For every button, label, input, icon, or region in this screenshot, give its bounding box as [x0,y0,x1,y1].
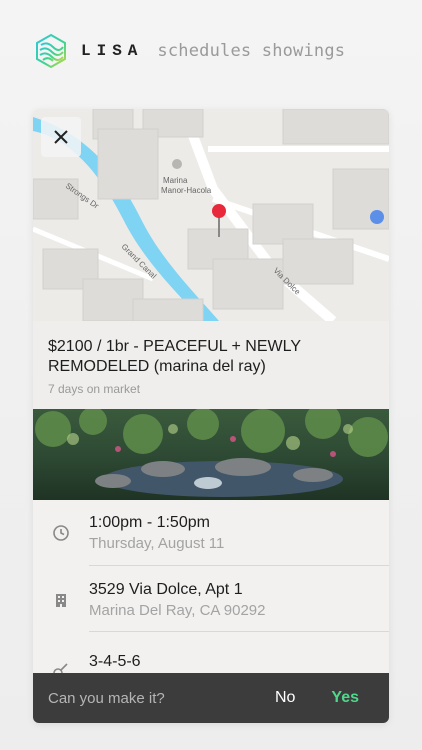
brand-tagline: schedules showings [157,41,346,61]
days-on-market: 7 days on market [48,382,141,396]
confirm-bar: Can you make it? No Yes [33,673,389,723]
showing-date: Thursday, August 11 [89,535,225,552]
building-icon [56,594,66,607]
divider [89,565,389,566]
close-icon [54,130,68,144]
showing-card: Marina Manor-Hacola Strongs Dr Grand Can… [33,109,389,723]
clock-icon [53,525,69,541]
listing-title: $2100 / 1br - PEACEFUL + NEWLY REMODELED… [48,338,301,375]
address-street: 3529 Via Dolce, Apt 1 [89,581,243,598]
brand-name: LISA [81,42,144,60]
time-row: 1:00pm - 1:50pm Thursday, August 11 [33,500,389,564]
no-button[interactable]: No [275,689,295,707]
lisa-logo-icon [36,33,66,69]
access-code: 3-4-5-6 [89,653,141,670]
showing-details: 1:00pm - 1:50pm Thursday, August 11 3529… [33,500,389,680]
yes-button[interactable]: Yes [331,689,359,707]
address-row: 3529 Via Dolce, Apt 1 Marina Del Ray, CA… [33,567,389,631]
map-label-poi-line2: Manor-Hacola [161,186,212,195]
address-city: Marina Del Ray, CA 90292 [89,602,266,619]
close-button[interactable] [41,117,81,157]
listing-photo[interactable] [33,409,389,500]
showing-time-range: 1:00pm - 1:50pm [89,514,210,531]
listing-summary: $2100 / 1br - PEACEFUL + NEWLY REMODELED… [33,321,389,409]
location-map[interactable]: Marina Manor-Hacola Strongs Dr Grand Can… [33,109,389,321]
map-label-poi-line1: Marina [163,176,188,185]
confirm-question: Can you make it? [48,689,165,707]
divider [89,631,389,632]
app-header: LISA schedules showings [33,32,393,70]
